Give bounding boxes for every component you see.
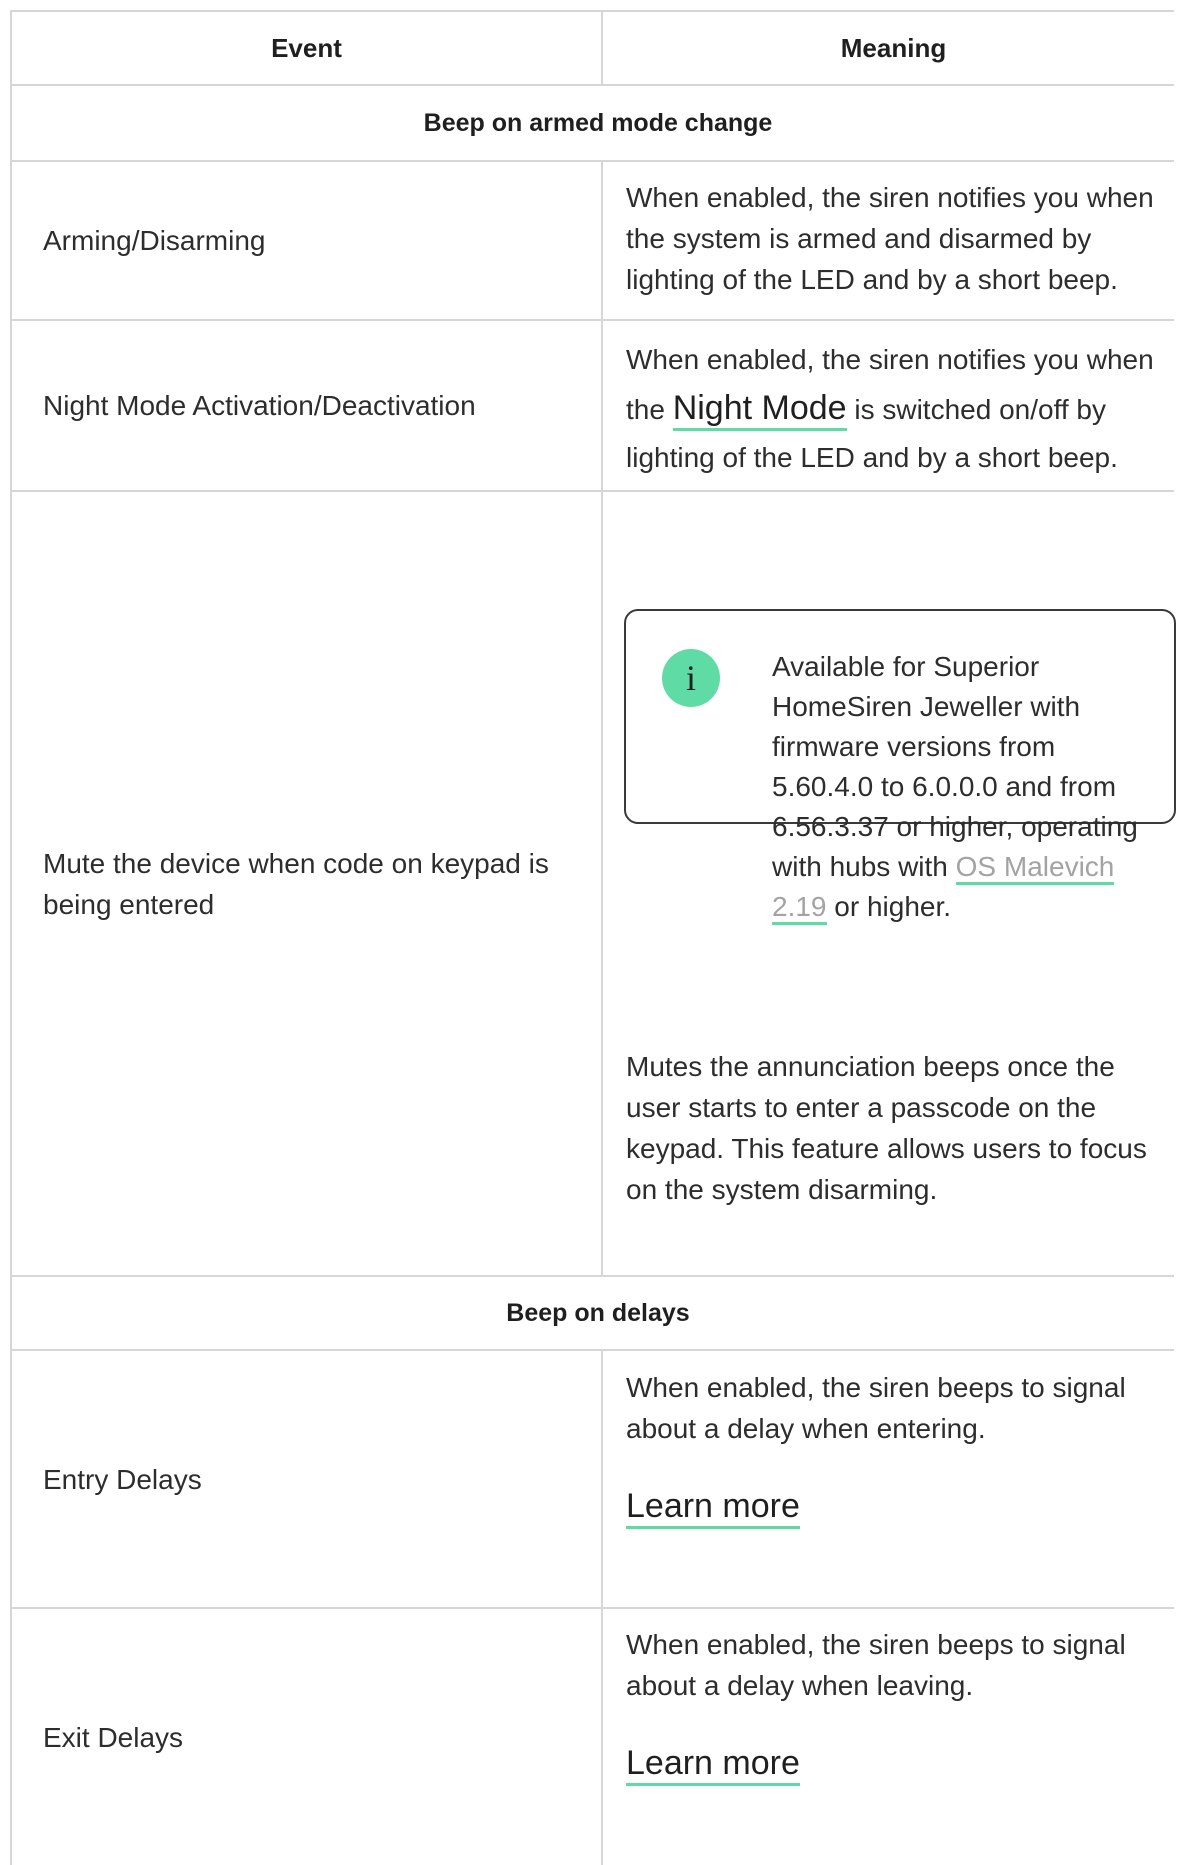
info-note: i Available for Superior HomeSiren Jewel…	[624, 609, 1176, 925]
meaning-text: When enabled, the siren beeps to signal …	[626, 1372, 1126, 1444]
column-header-event: Event	[271, 32, 342, 63]
column-header-meaning: Meaning	[840, 32, 947, 63]
meaning-text: Mutes the annunciation beeps once the us…	[626, 1051, 1147, 1205]
section-heading-armed-mode: Beep on armed mode change	[423, 108, 773, 137]
meaning-entry-delays: When enabled, the siren beeps to signal …	[603, 1367, 1184, 1529]
event-arming-disarming: Arming/Disarming	[43, 225, 266, 256]
meaning-night-mode: When enabled, the siren notifies you whe…	[603, 336, 1184, 482]
night-mode-link[interactable]: Night Mode	[672, 389, 847, 431]
info-icon: i	[662, 649, 720, 707]
learn-more-wrap: Learn more	[626, 1743, 1164, 1786]
info-note-text-part: or higher.	[826, 891, 952, 922]
learn-more-link[interactable]: Learn more	[626, 1487, 800, 1529]
meaning-mute-device: Mutes the annunciation beeps once the us…	[603, 1046, 1184, 1210]
settings-table: Event Meaning Beep on armed mode change …	[0, 0, 1184, 1865]
learn-more-wrap: Learn more	[626, 1486, 1164, 1529]
meaning-exit-delays: When enabled, the siren beeps to signal …	[603, 1624, 1184, 1786]
meaning-text: When enabled, the siren notifies you whe…	[626, 182, 1154, 295]
info-note-text: Available for Superior HomeSiren Jewelle…	[772, 647, 1152, 927]
event-mute-device: Mute the device when code on keypad is b…	[43, 847, 549, 920]
meaning-text: When enabled, the siren notifies you whe…	[626, 336, 1164, 482]
section-heading-delays: Beep on delays	[506, 1298, 690, 1327]
meaning-text: When enabled, the siren beeps to signal …	[626, 1629, 1126, 1701]
learn-more-link[interactable]: Learn more	[626, 1744, 800, 1786]
meaning-arming-disarming: When enabled, the siren notifies you whe…	[603, 177, 1184, 300]
info-note-text-part: Available for Superior HomeSiren Jewelle…	[772, 651, 1138, 882]
event-night-mode: Night Mode Activation/Deactivation	[43, 390, 476, 421]
event-exit-delays: Exit Delays	[43, 1721, 184, 1753]
event-entry-delays: Entry Delays	[43, 1463, 202, 1495]
